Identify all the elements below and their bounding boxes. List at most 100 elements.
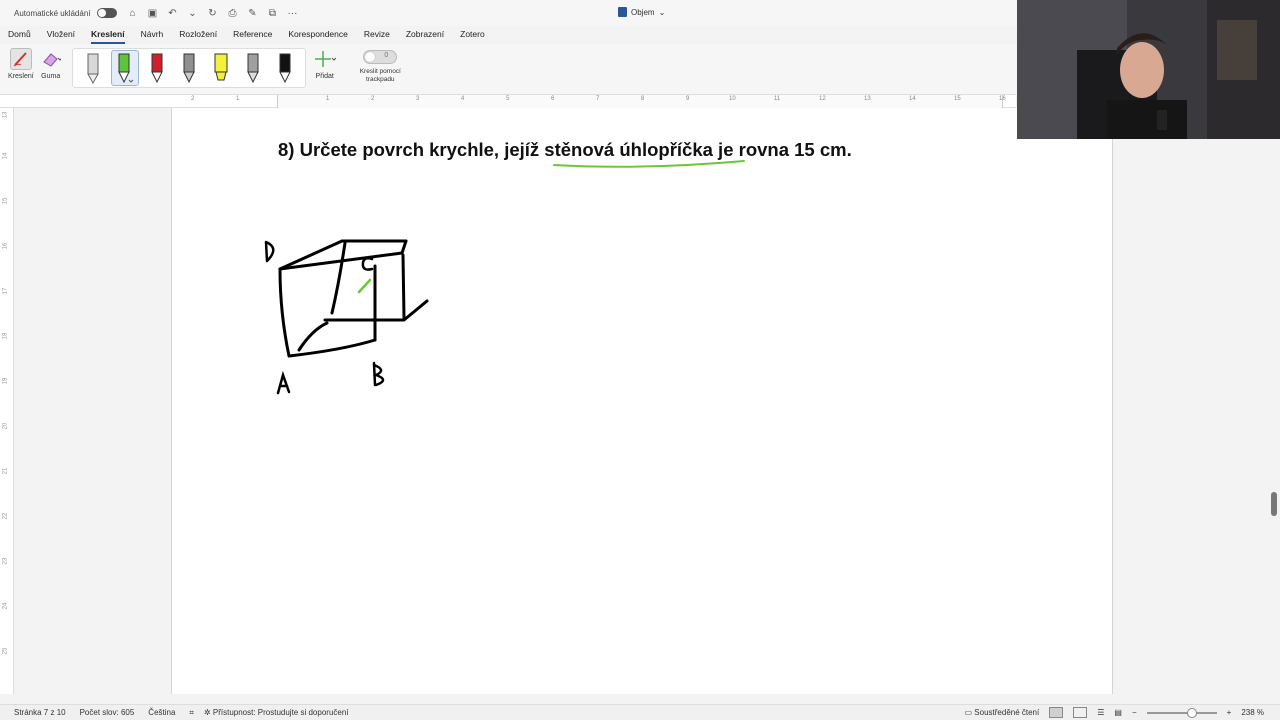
label-D	[264, 240, 275, 263]
ruler-number: 12	[819, 96, 826, 102]
eraser-icon	[40, 48, 62, 70]
draw-label: Kreslení	[8, 73, 34, 80]
tab-kresleni[interactable]: Kreslení	[83, 26, 133, 44]
web-layout-view-button[interactable]	[1073, 707, 1088, 718]
ruler-number: 15	[2, 197, 9, 205]
ruler-number: 1	[326, 96, 330, 102]
green-pen[interactable]	[110, 50, 139, 86]
cube-top-right-edge	[400, 239, 408, 255]
pen-tray	[71, 48, 306, 88]
ruler-number: 3	[416, 96, 420, 102]
accessibility-status[interactable]: ✲ Přístupnost: Prostudujte si doporučení	[204, 708, 349, 717]
tab-rozlozeni[interactable]: Rozložení	[171, 26, 225, 44]
redo-icon[interactable]: ↻	[207, 8, 219, 19]
more-icon[interactable]: ···	[287, 8, 299, 19]
black-pen[interactable]	[271, 50, 299, 86]
ruler-number: 25	[2, 647, 9, 655]
cube-bottom-left-edge	[297, 321, 329, 352]
eraser-label: Guma	[41, 73, 61, 80]
ruler-number: 2	[191, 96, 195, 102]
document-page[interactable]: 8) Určete povrch krychle, jejíž stěnová …	[171, 108, 1113, 694]
proofing-icon[interactable]: ⌗	[189, 708, 194, 718]
draw-icon	[9, 48, 32, 70]
focus-mode-button[interactable]: ▭ Soustředěné čtení	[965, 708, 1040, 717]
undo-icon[interactable]: ↶	[167, 8, 179, 19]
draft-view-icon[interactable]: ▤	[1114, 708, 1122, 717]
format-icon[interactable]: ⧉	[267, 8, 279, 19]
ruler-number: 5	[506, 96, 510, 102]
save-icon[interactable]: ▣	[147, 8, 159, 19]
quick-access-toolbar: ⌂ ▣ ↶ ⌄ ↻ ⎙ ✎ ⧉ ···	[127, 8, 299, 19]
ruler-number: 16	[999, 96, 1006, 102]
ruler-number: 18	[2, 332, 9, 340]
vertical-scrollbar[interactable]	[1271, 492, 1277, 516]
ruler-number: 14	[909, 96, 916, 102]
zoom-slider[interactable]	[1146, 707, 1217, 718]
green-diagonal-stroke	[357, 278, 372, 294]
plus-icon	[314, 48, 336, 70]
language-indicator[interactable]: Čeština	[148, 708, 175, 717]
ruler-number: 17	[2, 287, 9, 295]
tab-korespondence[interactable]: Korespondence	[280, 26, 356, 44]
zoom-level[interactable]: 238 %	[1241, 708, 1264, 717]
ruler-number: 8	[641, 96, 645, 102]
label-B	[372, 361, 385, 387]
ribbon-kresleni: Kreslení Guma Přidat 0 Kreslit pomocí tr…	[0, 44, 1020, 94]
gray-pencil-pen[interactable]	[175, 50, 203, 86]
tab-navrh[interactable]: Návrh	[133, 26, 172, 44]
webcam-overlay	[1017, 0, 1280, 139]
add-label: Přidat	[315, 73, 334, 80]
zoom-in-button[interactable]: +	[1227, 708, 1232, 717]
document-title[interactable]: Objem ⌄	[618, 7, 665, 17]
tab-reference[interactable]: Reference	[225, 26, 280, 44]
ruler-number: 19	[2, 377, 9, 385]
pen-edit-icon[interactable]: ✎	[247, 8, 259, 19]
trackpad-draw-control[interactable]: 0 Kreslit pomocí trackpadu	[360, 50, 401, 84]
gray-pencil-pen-2[interactable]	[239, 50, 267, 86]
dropdown-icon[interactable]: ⌄	[187, 8, 199, 19]
cube-back-vertical-dashed	[330, 241, 347, 315]
outline-view-icon[interactable]: ☰	[1097, 708, 1104, 717]
presenter-video	[1017, 0, 1280, 139]
ruler-number: 24	[2, 602, 9, 610]
tab-vlozeni[interactable]: Vložení	[39, 26, 83, 44]
ink-drawing[interactable]	[172, 108, 1114, 694]
document-title-text: Objem	[631, 7, 655, 17]
status-bar: Stránka 7 z 10 Počet slov: 605 Čeština ⌗…	[0, 704, 1280, 720]
yellow-highlighter[interactable]	[207, 50, 235, 86]
trackpad-toggle[interactable]: 0	[363, 50, 398, 64]
tab-revize[interactable]: Revize	[356, 26, 398, 44]
ruler-number: 22	[2, 512, 9, 520]
pencil-gray-pen[interactable]	[79, 50, 107, 86]
page-count[interactable]: Stránka 7 z 10	[14, 708, 66, 717]
word-doc-icon	[618, 7, 627, 17]
ruler-number: 16	[2, 242, 9, 250]
horizontal-ruler[interactable]: 2 1 1 2 3 4 5 6 7 8 9 10 11 12 13 14 15 …	[0, 94, 1016, 108]
tab-zobrazeni[interactable]: Zobrazení	[398, 26, 452, 44]
trackpad-label-1: Kreslit pomocí	[359, 68, 401, 75]
add-pen-button[interactable]: Přidat	[314, 48, 336, 80]
print-layout-view-button[interactable]	[1049, 707, 1064, 718]
print-icon[interactable]: ⎙	[227, 8, 239, 19]
ruler-text-area	[277, 95, 1003, 108]
cube-sketch	[278, 239, 429, 358]
tab-zotero[interactable]: Zotero	[452, 26, 493, 44]
autosave-control[interactable]: Automatické ukládání	[14, 8, 117, 18]
ribbon-tabs: Domů Vložení Kreslení Návrh Rozložení Re…	[0, 26, 1020, 44]
eraser-button[interactable]: Guma	[40, 48, 62, 80]
autosave-toggle[interactable]	[96, 8, 117, 18]
ruler-number: 21	[2, 467, 9, 475]
tab-domu[interactable]: Domů	[0, 26, 39, 44]
red-pen[interactable]	[143, 50, 171, 86]
zoom-out-button[interactable]: −	[1132, 708, 1137, 717]
ruler-number: 10	[729, 96, 736, 102]
vertical-ruler[interactable]: 13 14 15 16 17 18 19 20 21 22 23 24 25	[0, 108, 14, 694]
ruler-number: 14	[2, 152, 9, 160]
home-icon[interactable]: ⌂	[127, 8, 139, 19]
ruler-number: 2	[371, 96, 375, 102]
status-right-controls: ▭ Soustředěné čtení ☰ ▤ − + 238 %	[965, 707, 1264, 718]
draw-button[interactable]: Kreslení	[8, 48, 34, 80]
chevron-down-icon: ⌄	[658, 7, 666, 17]
word-count[interactable]: Počet slov: 605	[80, 708, 135, 717]
accessibility-label: Přístupnost: Prostudujte si doporučení	[212, 708, 349, 717]
